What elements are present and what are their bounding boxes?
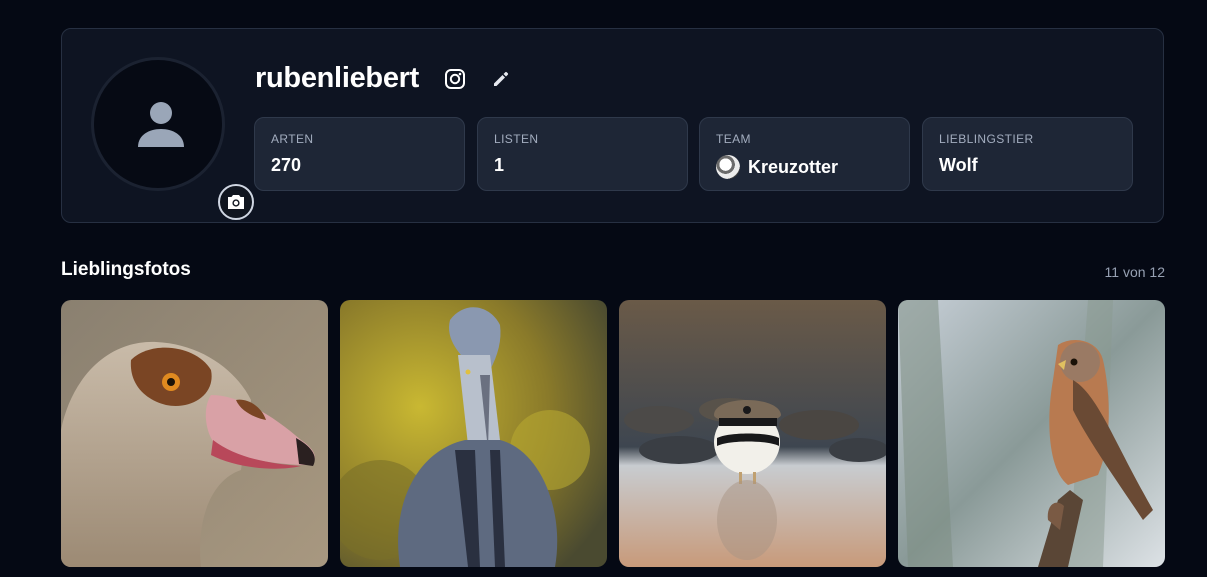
kestrel-photo[interactable] <box>898 300 1165 567</box>
camera-icon <box>228 195 244 209</box>
favorites-title: Lieblingsfotos <box>61 259 191 280</box>
username: rubenliebert <box>255 62 419 94</box>
profile-card: rubenliebert ARTEN 270 LISTEN 1 TEAM Kre… <box>61 28 1164 223</box>
pencil-icon[interactable] <box>491 69 511 89</box>
stat-label: ARTEN <box>271 132 314 146</box>
stat-species[interactable]: ARTEN 270 <box>254 117 465 191</box>
stat-team[interactable]: TEAM Kreuzotter <box>699 117 910 191</box>
stat-label: LIEBLINGSTIER <box>939 132 1034 146</box>
instagram-icon[interactable] <box>444 68 466 90</box>
stat-favorite-animal[interactable]: LIEBLINGSTIER Wolf <box>922 117 1133 191</box>
stat-value: Wolf <box>939 155 978 175</box>
stat-lists[interactable]: LISTEN 1 <box>477 117 688 191</box>
person-icon <box>138 102 184 147</box>
stat-label: TEAM <box>716 132 751 146</box>
little-ringed-plover-photo[interactable] <box>619 300 886 567</box>
change-avatar-button[interactable] <box>218 184 254 220</box>
avatar[interactable] <box>91 57 254 220</box>
snake-team-badge-icon <box>716 155 740 179</box>
stat-value: 1 <box>494 155 505 175</box>
photo-count: 11 von 12 <box>1104 264 1165 280</box>
stat-value: Kreuzotter <box>716 155 893 179</box>
stat-value: 270 <box>271 155 302 175</box>
stat-label: LISTEN <box>494 132 539 146</box>
grey-heron-photo[interactable] <box>340 300 607 567</box>
egyptian-goose-photo[interactable] <box>61 300 328 567</box>
